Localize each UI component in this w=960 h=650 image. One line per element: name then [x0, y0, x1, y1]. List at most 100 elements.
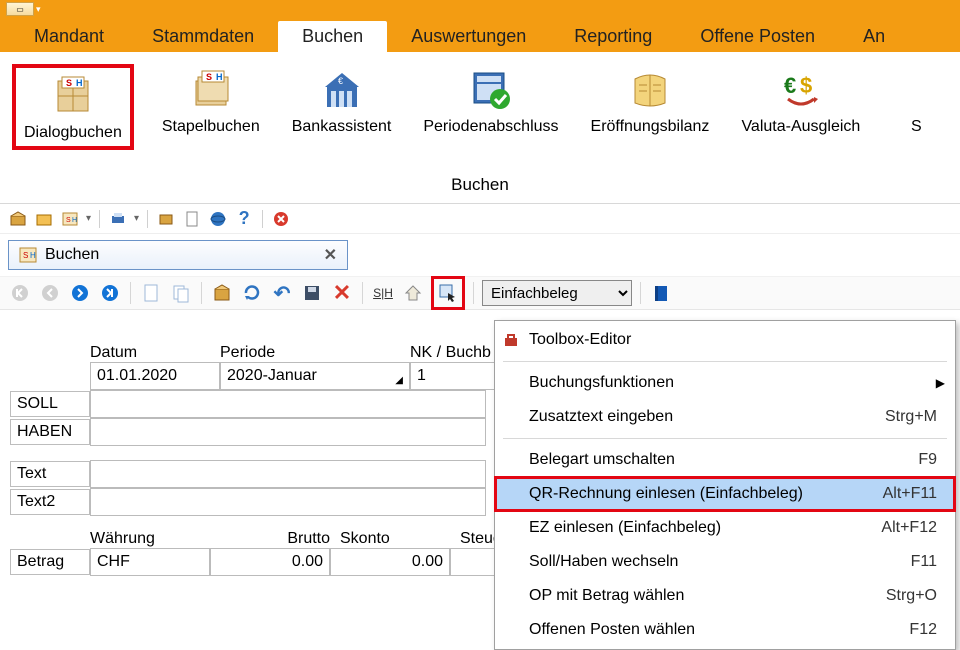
ribbon-btn-stapelbuchen[interactable]: SHStapelbuchen — [158, 64, 264, 138]
ribbon-btn-label: Eröffnungsbilanz — [591, 118, 710, 136]
copy-document-icon[interactable] — [169, 281, 193, 305]
box-open-icon[interactable] — [8, 209, 28, 229]
haben-field[interactable] — [90, 418, 486, 446]
globe-icon[interactable] — [208, 209, 228, 229]
separator — [130, 282, 131, 304]
menu-item-ez-einlesen-einfachbeleg[interactable]: EZ einlesen (Einfachbeleg)Alt+F12 — [495, 511, 955, 545]
text2-field[interactable] — [90, 488, 486, 516]
tab-an[interactable]: An — [839, 21, 909, 52]
blue-book-icon[interactable] — [649, 281, 673, 305]
s-icon — [892, 66, 940, 114]
stapelbuchen-icon: SH — [187, 66, 235, 114]
eröffnungsbilanz-icon — [626, 66, 674, 114]
context-menu[interactable]: Toolbox-Editor Buchungsfunktionen▶Zusatzt… — [494, 320, 956, 650]
menu-item-zusatztext-eingeben[interactable]: Zusatztext eingebenStrg+M — [495, 400, 955, 434]
menu-item-label: QR-Rechnung einlesen (Einfachbeleg) — [529, 485, 883, 503]
soll-field[interactable] — [90, 390, 486, 418]
menu-item-shortcut: F12 — [909, 621, 937, 639]
separator — [473, 282, 474, 304]
waehrung-field[interactable]: CHF — [90, 548, 210, 576]
separator — [99, 210, 100, 228]
document-icon[interactable] — [182, 209, 202, 229]
dialogbuchen-icon: SH — [49, 72, 97, 120]
datum-field[interactable]: 01.01.2020 — [90, 362, 220, 390]
label-haben: HABEN — [10, 419, 90, 445]
ribbon-btn-bankassistent[interactable]: €Bankassistent — [288, 64, 396, 138]
menu-item-label: Offenen Posten wählen — [529, 621, 909, 639]
belegart-select[interactable]: Einfachbeleg — [482, 280, 632, 306]
menu-item-shortcut: F9 — [918, 451, 937, 469]
house-icon[interactable] — [401, 281, 425, 305]
label-text: Text — [10, 461, 90, 487]
ribbon-btn-s[interactable]: S — [888, 64, 944, 138]
folder-icon[interactable] — [34, 209, 54, 229]
tab-buchen[interactable]: Buchen — [278, 21, 387, 52]
ribbon-button-row: SHDialogbuchen SHStapelbuchen €Bankassiste… — [0, 52, 960, 172]
nav-last-icon[interactable] — [98, 281, 122, 305]
svg-text:$: $ — [800, 73, 812, 98]
sh-card-icon[interactable]: SH — [60, 209, 80, 229]
col-header-periode: Periode — [220, 344, 410, 362]
ribbon-btn-eröffnungsbilanz[interactable]: Eröffnungsbilanz — [587, 64, 714, 138]
brutto-field[interactable]: 0.00 — [210, 548, 330, 576]
ribbon-btn-periodenabschluss[interactable]: Periodenabschluss — [419, 64, 562, 138]
dropdown-caret-icon[interactable]: ▾ — [134, 213, 139, 224]
undo-icon[interactable]: ↶ — [270, 281, 294, 305]
menu-item-shortcut: Alt+F11 — [883, 485, 937, 503]
document-tab-buchen[interactable]: SH Buchen ✕ — [8, 240, 348, 270]
svg-text:€: € — [784, 73, 796, 98]
dropdown-caret-icon[interactable]: ◢ — [395, 375, 403, 386]
nav-first-icon[interactable] — [8, 281, 32, 305]
app-menu-dropdown-icon[interactable]: ▾ — [36, 4, 41, 15]
utility-toolbar: SH ▾ ▾ ? — [0, 204, 960, 234]
separator — [640, 282, 641, 304]
svg-text:S: S — [23, 251, 28, 260]
menu-item-qr-rechnung-einlesen-einfachbeleg[interactable]: QR-Rechnung einlesen (Einfachbeleg)Alt+F… — [495, 477, 955, 511]
menu-item-shortcut: Strg+O — [886, 587, 937, 605]
ribbon-btn-dialogbuchen[interactable]: SHDialogbuchen — [12, 64, 134, 150]
svg-text:S: S — [66, 217, 71, 224]
tab-mandant[interactable]: Mandant — [10, 21, 128, 52]
menu-item-belegart-umschalten[interactable]: Belegart umschaltenF9 — [495, 443, 955, 477]
tab-stammdaten[interactable]: Stammdaten — [128, 21, 278, 52]
refresh-icon[interactable] — [240, 281, 264, 305]
text-field[interactable] — [90, 460, 486, 488]
nav-prev-icon[interactable] — [38, 281, 62, 305]
col-header-brutto: Brutto — [210, 530, 330, 548]
label-soll: SOLL — [10, 391, 90, 417]
ribbon-btn-valuta-ausgleich[interactable]: €$Valuta-Ausgleich — [737, 64, 864, 138]
document-tab-title: Buchen — [45, 246, 99, 264]
menu-separator — [503, 438, 947, 439]
close-icon[interactable]: ✕ — [324, 245, 337, 265]
box-icon[interactable] — [156, 209, 176, 229]
dropdown-caret-icon[interactable]: ▾ — [86, 213, 91, 224]
help-icon[interactable]: ? — [234, 209, 254, 229]
close-red-icon[interactable] — [271, 209, 291, 229]
ribbon-btn-label: Periodenabschluss — [423, 118, 558, 136]
tab-offene posten[interactable]: Offene Posten — [676, 21, 839, 52]
app-logo-icon: ▭ — [6, 2, 34, 16]
tab-auswertungen[interactable]: Auswertungen — [387, 21, 550, 52]
package-icon[interactable] — [210, 281, 234, 305]
new-document-icon[interactable] — [139, 281, 163, 305]
cursor-settings-icon[interactable] — [436, 281, 460, 305]
save-icon[interactable] — [300, 281, 324, 305]
sh-text-icon[interactable]: S|H — [371, 281, 395, 305]
skonto-field[interactable]: 0.00 — [330, 548, 450, 576]
col-header-skonto: Skonto — [330, 530, 450, 548]
menu-item-toolbox-editor[interactable]: Toolbox-Editor — [495, 323, 955, 357]
printer-icon[interactable] — [108, 209, 128, 229]
delete-icon[interactable]: ✕ — [330, 281, 354, 305]
col-header-datum: Datum — [90, 344, 220, 362]
bankassistent-icon: € — [318, 66, 366, 114]
menu-item-offenen-posten-w-hlen[interactable]: Offenen Posten wählenF12 — [495, 613, 955, 647]
sh-card-icon: SH — [19, 246, 37, 264]
menu-item-soll-haben-wechseln[interactable]: Soll/Haben wechselnF11 — [495, 545, 955, 579]
menu-item-buchungsfunktionen[interactable]: Buchungsfunktionen▶ — [495, 366, 955, 400]
menu-item-op-mit-betrag-w-hlen[interactable]: OP mit Betrag wählenStrg+O — [495, 579, 955, 613]
svg-text:S: S — [66, 78, 72, 88]
periode-field[interactable]: 2020-Januar◢ — [220, 362, 410, 390]
submenu-arrow-icon: ▶ — [936, 376, 945, 390]
tab-reporting[interactable]: Reporting — [550, 21, 676, 52]
nav-next-icon[interactable] — [68, 281, 92, 305]
